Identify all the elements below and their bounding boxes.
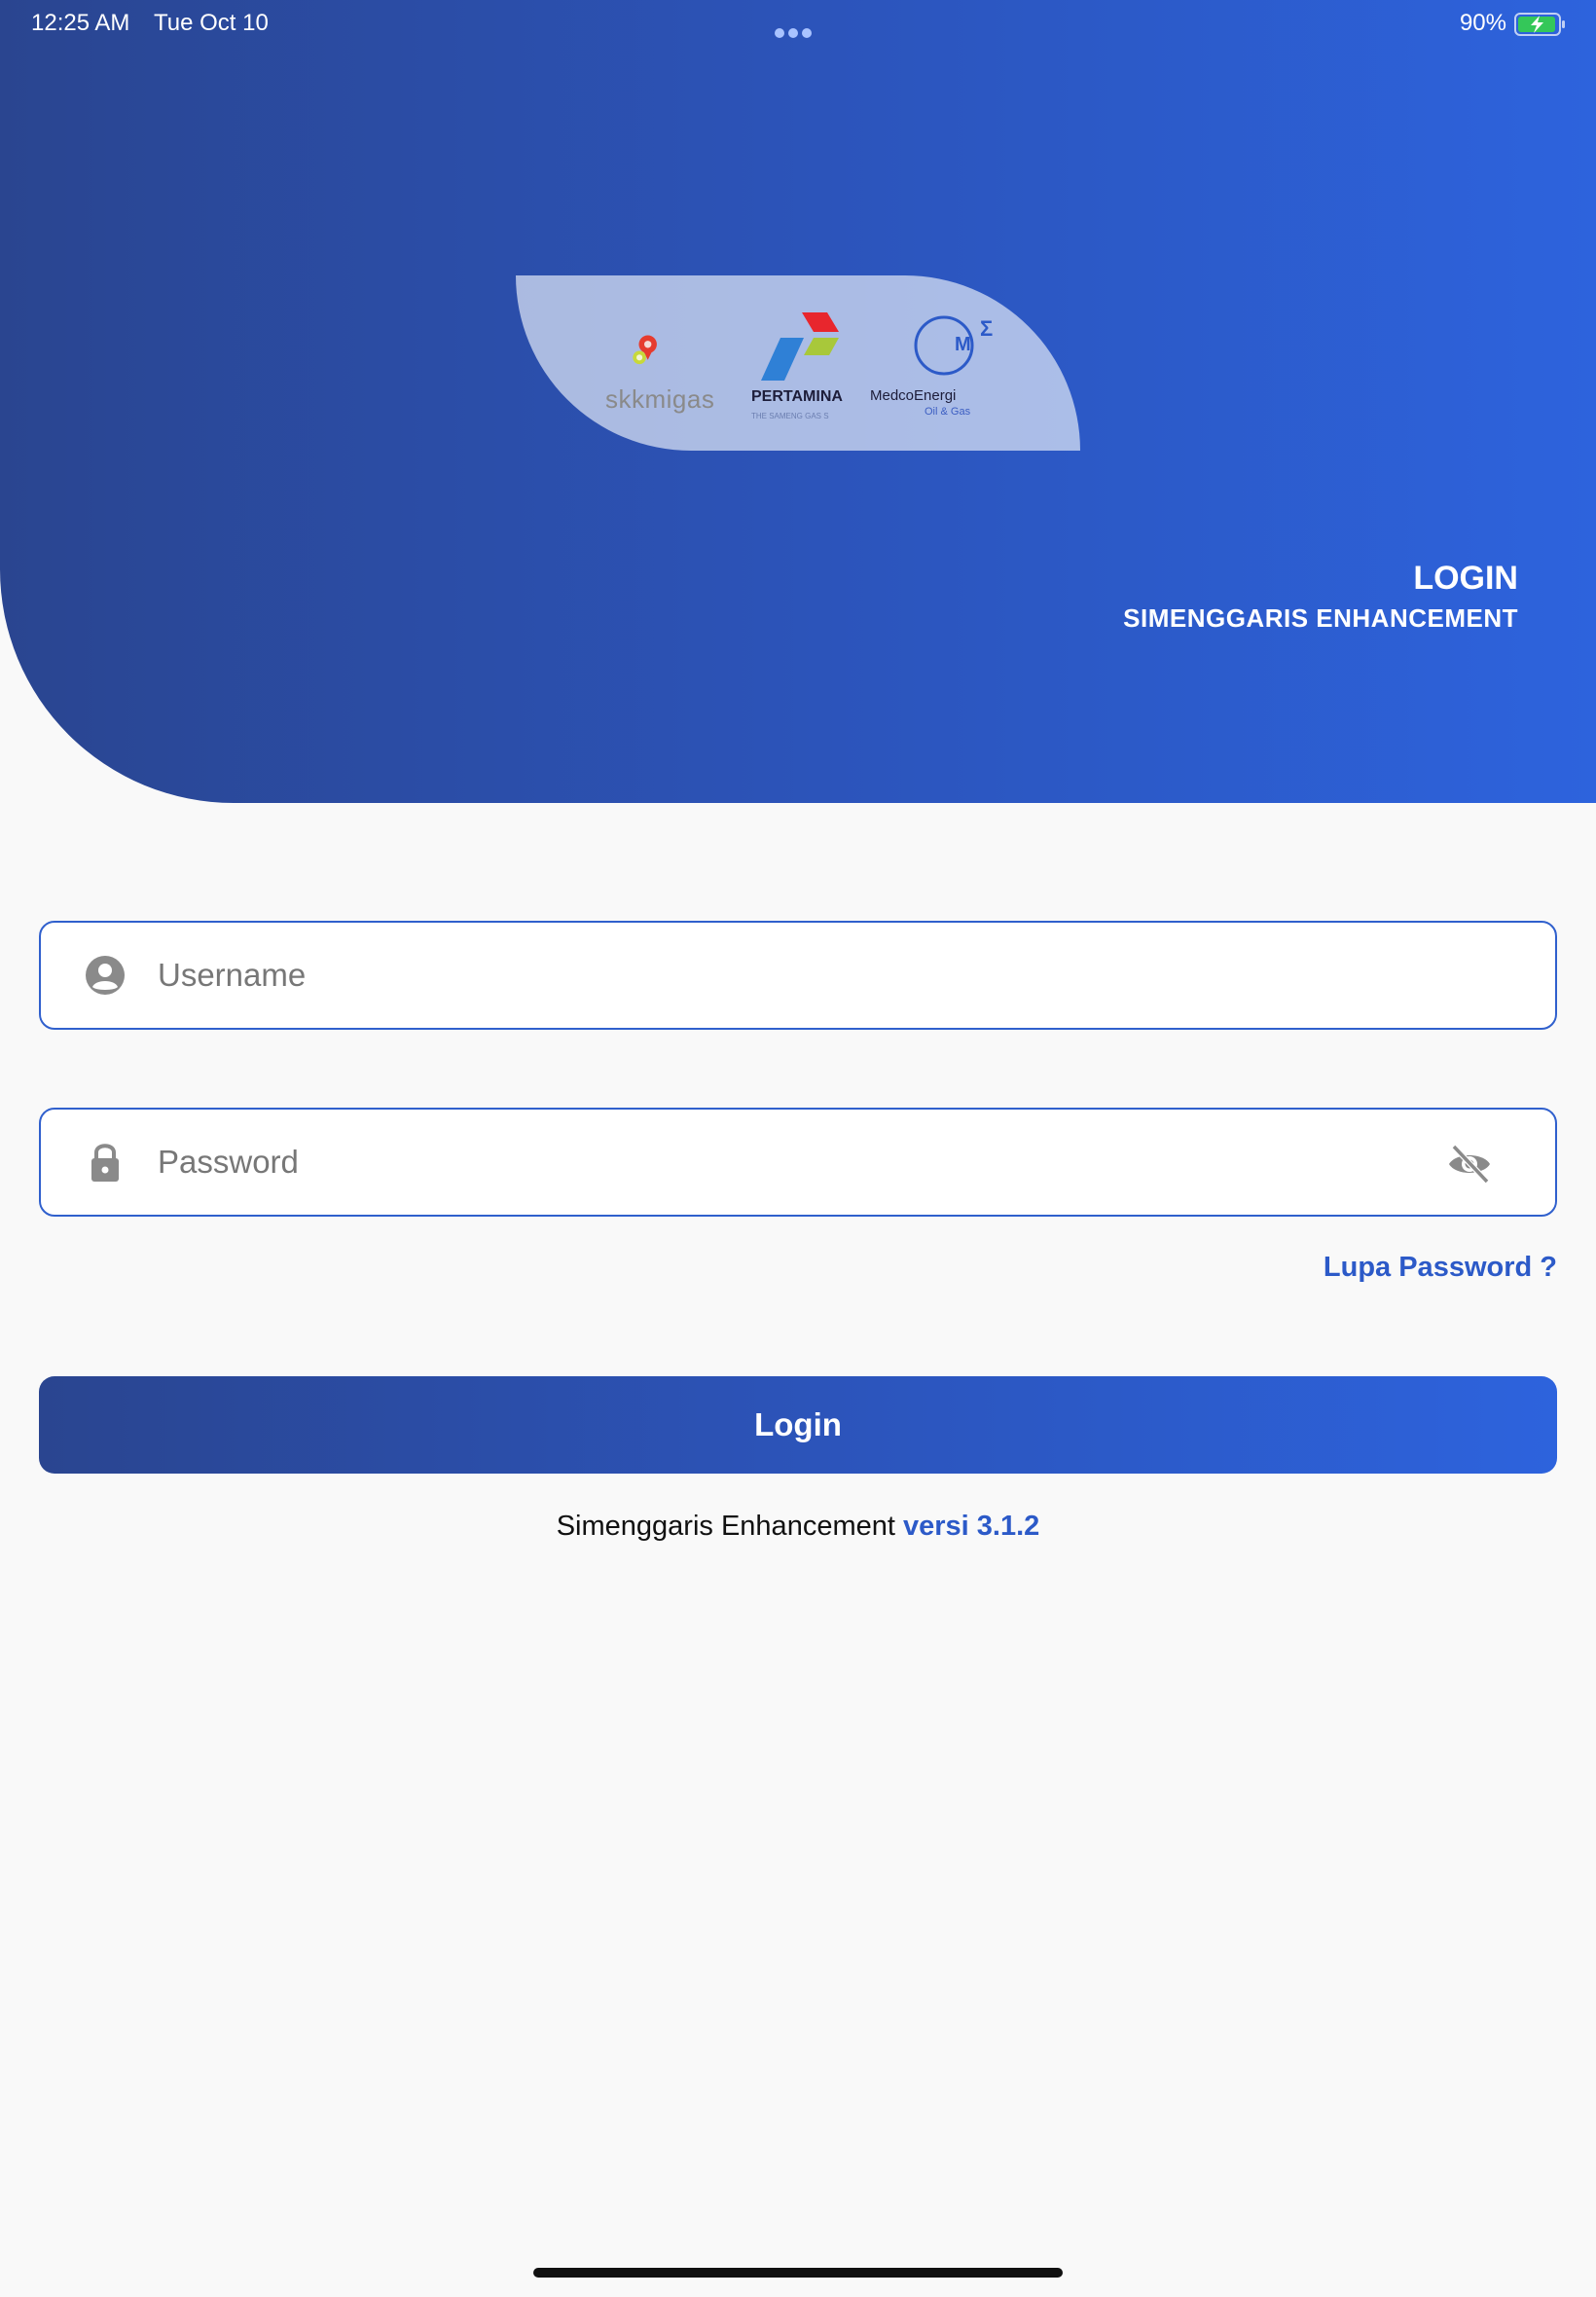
pertamina-logo-text: PERTAMINA xyxy=(751,388,843,405)
password-field[interactable] xyxy=(39,1108,1557,1217)
password-input[interactable] xyxy=(156,1131,1421,1193)
home-indicator[interactable] xyxy=(533,2268,1063,2278)
username-field[interactable] xyxy=(39,921,1557,1030)
login-button[interactable]: Login xyxy=(39,1376,1557,1474)
partner-logos-panel: skkmigas PERTAMINA THE SAMENG GAS S M Σ … xyxy=(516,275,1080,451)
skkmigas-logo xyxy=(633,335,657,365)
multitasking-dots-icon[interactable] xyxy=(775,18,819,38)
visibility-off-icon[interactable] xyxy=(1446,1143,1493,1185)
page-title: LOGIN xyxy=(1413,560,1518,597)
page-subtitle: SIMENGGARIS ENHANCEMENT xyxy=(1123,603,1518,633)
forgot-password-link[interactable]: Lupa Password ? xyxy=(1324,1252,1557,1284)
username-input[interactable] xyxy=(156,944,1421,1006)
medcoenergi-logo-text: MedcoEnergi xyxy=(870,387,957,404)
pertamina-logo xyxy=(761,312,839,381)
battery-percent: 90% xyxy=(1459,10,1506,36)
status-date: Tue Oct 10 xyxy=(154,10,269,36)
version-line: Simenggaris Enhancement versi 3.1.2 xyxy=(0,1511,1596,1543)
medcoenergi-tagline: Oil & Gas xyxy=(925,406,971,418)
skkmigas-logo-text: skkmigas xyxy=(605,384,715,414)
medco-sigma: Σ xyxy=(980,316,994,341)
account-circle-icon xyxy=(86,956,125,995)
status-time: 12:25 AM xyxy=(31,10,130,36)
medco-mark: M xyxy=(955,334,971,355)
pertamina-tagline: THE SAMENG GAS S xyxy=(751,412,829,420)
login-header: 12:25 AM Tue Oct 10 90% skkmigas PERTAMI… xyxy=(0,0,1596,803)
battery-charging-icon xyxy=(1514,13,1565,36)
lock-icon xyxy=(91,1144,119,1182)
version-number: versi 3.1.2 xyxy=(902,1511,1040,1542)
app-name: Simenggaris Enhancement xyxy=(556,1511,895,1542)
status-bar: 12:25 AM Tue Oct 10 90% xyxy=(0,0,1596,49)
